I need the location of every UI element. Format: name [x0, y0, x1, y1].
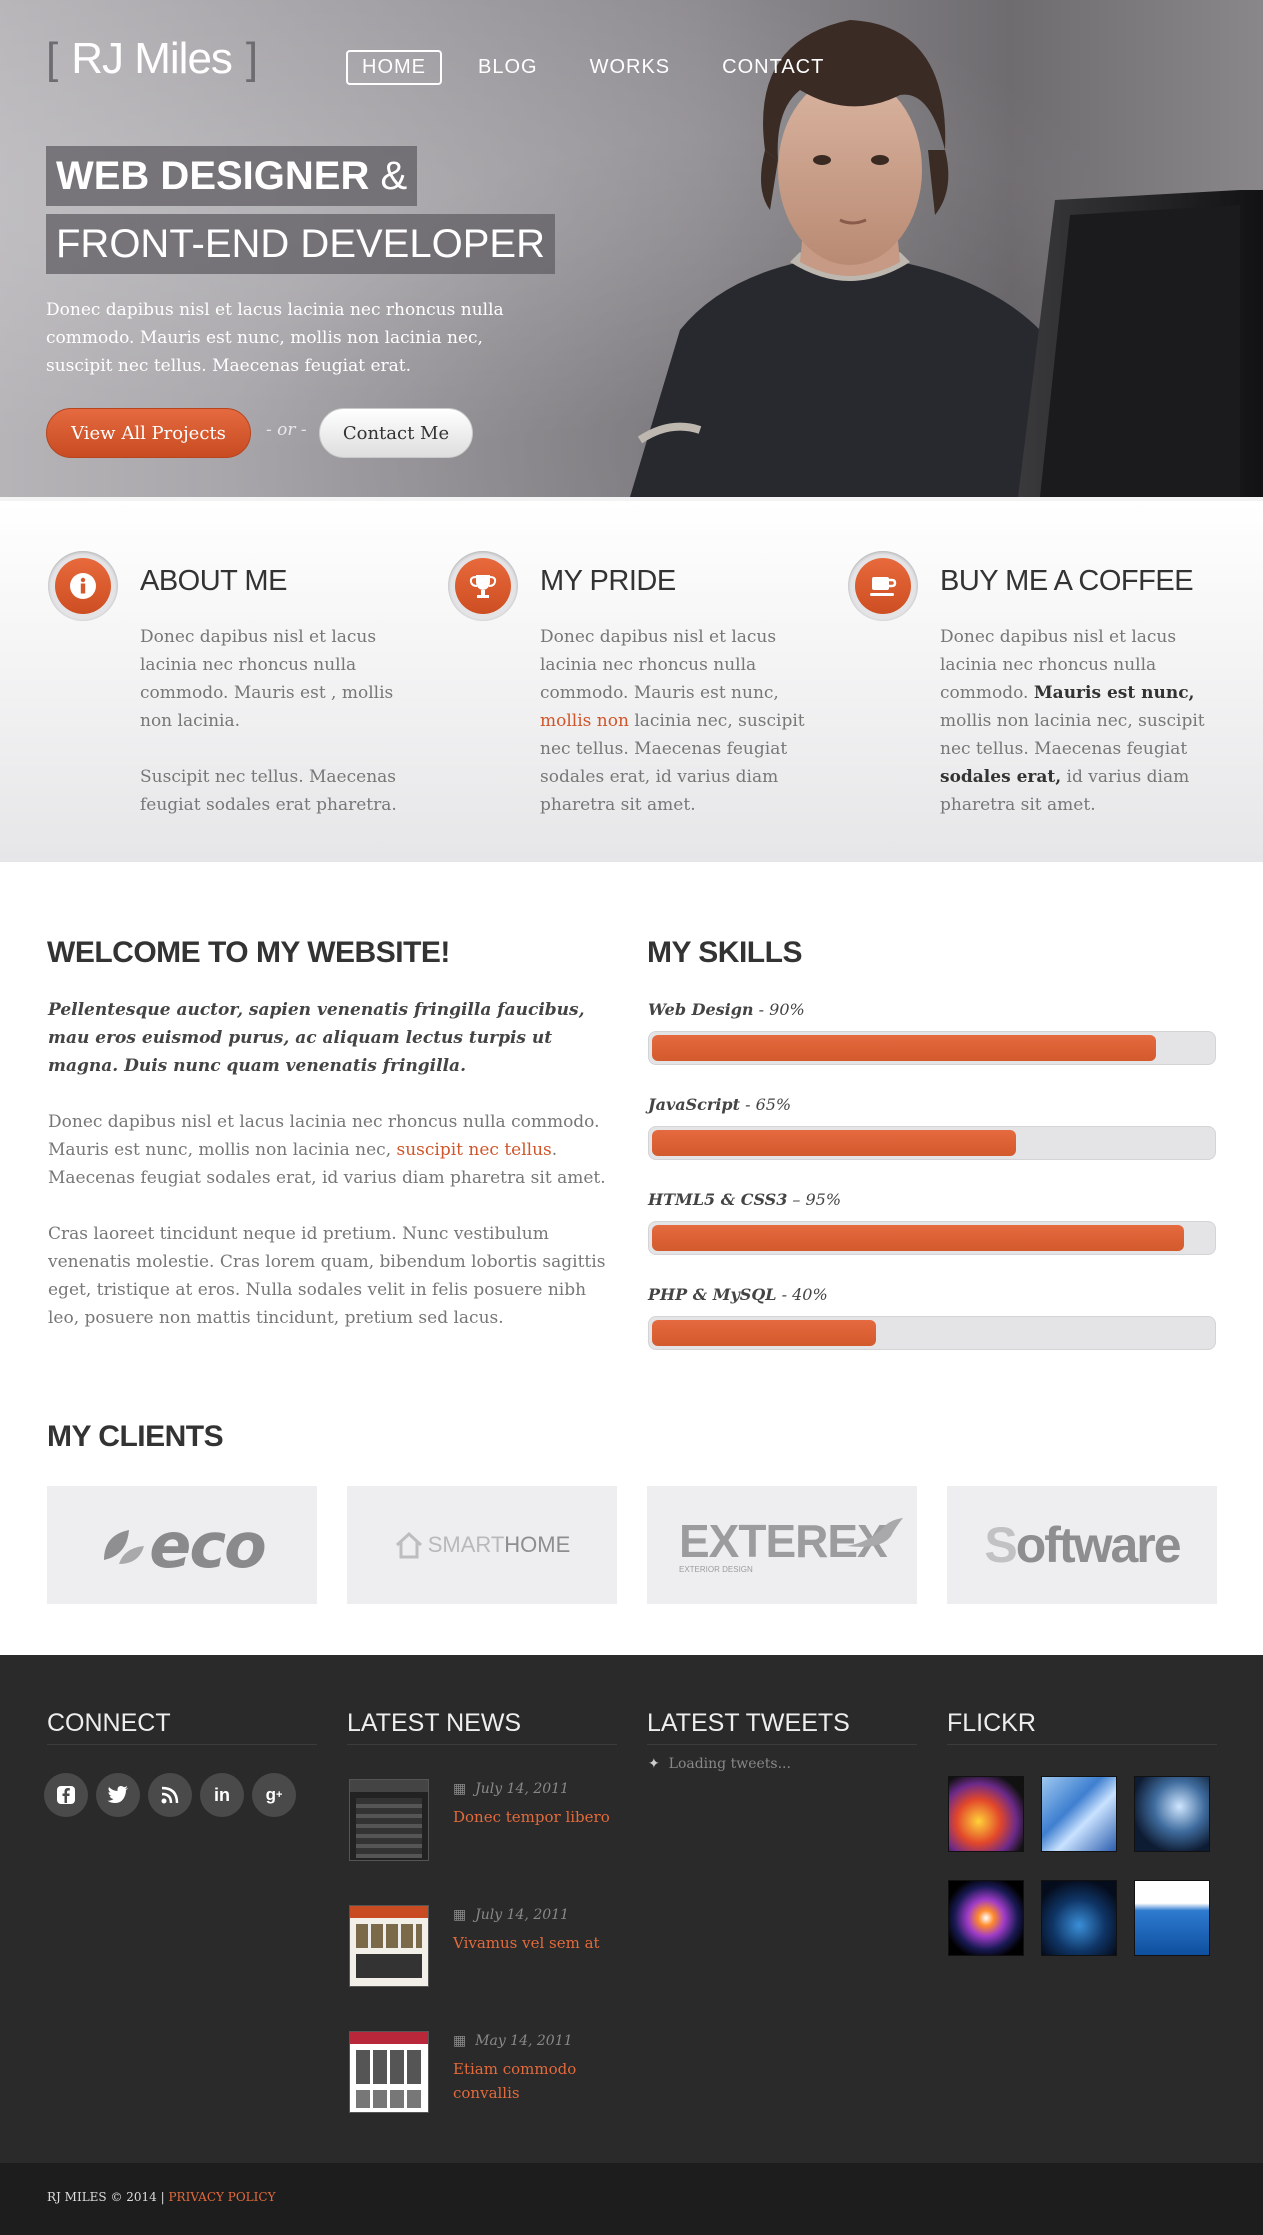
news-thumbnail: [349, 2031, 429, 2113]
skills-title: MY SKILLS: [647, 936, 802, 969]
site-logo[interactable]: [RJ Miles]: [46, 34, 258, 84]
mollis-non-link[interactable]: mollis non: [540, 711, 629, 731]
feature-title: ABOUT ME: [140, 565, 287, 597]
bird-icon: ✦: [648, 1756, 660, 1772]
news-date: ▦ May 14, 2011: [453, 2033, 573, 2049]
flickr-thumb[interactable]: [948, 1880, 1024, 1956]
news-title: LATEST NEWS: [347, 1709, 617, 1745]
welcome-lead: Pellentesque auctor, sapien venenatis fr…: [48, 1000, 585, 1076]
linkedin-icon[interactable]: in: [200, 1773, 244, 1817]
calendar-icon: ▦: [453, 1781, 467, 1797]
feature-text: Donec dapibus nisl et lacus lacinia nec …: [540, 627, 805, 815]
info-icon: [48, 551, 118, 621]
social-links: in g +: [44, 1773, 296, 1817]
tweets-title: LATEST TWEETS: [647, 1709, 917, 1745]
privacy-policy-link[interactable]: PRIVACY POLICY: [168, 2190, 275, 2204]
skill-bar-fill: [652, 1035, 1156, 1061]
google-plus-icon[interactable]: g +: [252, 1773, 296, 1817]
calendar-icon: ▦: [453, 1907, 467, 1923]
news-title-link[interactable]: Donec tempor libero: [453, 1805, 623, 1829]
connect-title: CONNECT: [47, 1709, 317, 1745]
flickr-title: FLICKR: [947, 1709, 1217, 1745]
client-logo-eco[interactable]: eco: [47, 1486, 317, 1604]
bird-icon: [847, 1518, 903, 1547]
feature-title: BUY ME A COFFEE: [940, 565, 1194, 597]
nav-home[interactable]: HOME: [346, 50, 442, 85]
skill-label: Web Design - 90%: [648, 1000, 805, 1019]
logo-name: RJ Miles: [71, 34, 233, 83]
bottom-bar: RJ MILES © 2014 | PRIVACY POLICY: [0, 2163, 1263, 2235]
house-icon: [395, 1531, 422, 1559]
footer-tweets: LATEST TWEETS: [647, 1709, 917, 1745]
flickr-thumb[interactable]: [1134, 1776, 1210, 1852]
news-item[interactable]: ▦ July 14, 2011 Vivamus vel sem at: [347, 1905, 627, 1989]
flickr-thumb[interactable]: [948, 1776, 1024, 1852]
news-title-link[interactable]: Etiam commodo convallis: [453, 2057, 623, 2105]
welcome-paragraph-1: Donec dapibus nisl et lacus lacinia nec …: [48, 1112, 606, 1188]
skill-bar: [648, 1031, 1216, 1065]
or-separator: - or -: [266, 420, 307, 440]
feature-title: MY PRIDE: [540, 565, 676, 597]
footer-news: LATEST NEWS: [347, 1709, 617, 1745]
skill-label: HTML5 & CSS3 – 95%: [648, 1190, 842, 1209]
welcome-title: WELCOME TO MY WEBSITE!: [47, 936, 450, 969]
leaf-icon: [104, 1530, 145, 1564]
client-logo-software[interactable]: Software: [947, 1486, 1217, 1604]
news-date: ▦ July 14, 2011: [453, 1781, 569, 1797]
client-logo-smarthome[interactable]: SMARTHOME: [347, 1486, 617, 1604]
client-logo-exterex[interactable]: EXTEREX EXTERIOR DESIGN: [647, 1486, 917, 1604]
nav-blog[interactable]: BLOG: [462, 50, 554, 85]
footer: CONNECT in g + LATEST NEWS ▦ July 14, 201…: [0, 1655, 1263, 2163]
skill-bar: [648, 1316, 1216, 1350]
trophy-icon: [448, 551, 518, 621]
skill-bar: [648, 1126, 1216, 1160]
nav-works[interactable]: WORKS: [574, 50, 687, 85]
features-section: ABOUT ME Donec dapibus nisl et lacus lac…: [0, 497, 1263, 862]
twitter-icon[interactable]: [96, 1773, 140, 1817]
hero-headline-1: WEB DESIGNER &: [46, 146, 418, 206]
coffee-cup-icon: [848, 551, 918, 621]
welcome-paragraph-2: Cras laoreet tincidunt neque id pretium.…: [48, 1224, 606, 1328]
news-thumbnail: [349, 1905, 429, 1987]
footer-connect: CONNECT: [47, 1709, 317, 1745]
feature-text: Donec dapibus nisl et lacus lacinia nec …: [940, 627, 1205, 815]
skill-label: PHP & MySQL - 40%: [648, 1285, 828, 1304]
hero-section: [RJ Miles] HOME BLOG WORKS CONTACT WEB D…: [0, 0, 1263, 497]
nav-contact[interactable]: CONTACT: [706, 50, 840, 85]
news-item[interactable]: ▦ May 14, 2011 Etiam commodo convallis: [347, 2031, 627, 2115]
main-nav: HOME BLOG WORKS CONTACT: [346, 50, 840, 85]
skill-bar: [648, 1221, 1216, 1255]
skill-bar-fill: [652, 1225, 1184, 1251]
flickr-thumb[interactable]: [1041, 1880, 1117, 1956]
hero-headline-2: FRONT-END DEVELOPER: [46, 214, 555, 274]
clients-title: MY CLIENTS: [47, 1420, 224, 1453]
hero-intro: Donec dapibus nisl et lacus lacinia nec …: [46, 300, 504, 376]
tweets-loading: ✦ Loading tweets...: [648, 1756, 791, 1772]
news-date: ▦ July 14, 2011: [453, 1907, 569, 1923]
suscipit-link[interactable]: suscipit nec tellus: [397, 1140, 552, 1160]
flickr-thumb[interactable]: [1134, 1880, 1210, 1956]
footer-flickr: FLICKR: [947, 1709, 1217, 1745]
contact-me-button[interactable]: Contact Me: [319, 408, 473, 458]
calendar-icon: ▦: [453, 2033, 467, 2049]
news-thumbnail: [349, 1779, 429, 1861]
facebook-icon[interactable]: [44, 1773, 88, 1817]
skill-bar-fill: [652, 1130, 1016, 1156]
copyright: RJ MILES © 2014 | PRIVACY POLICY: [47, 2190, 276, 2204]
view-all-projects-button[interactable]: View All Projects: [46, 408, 251, 458]
news-title-link[interactable]: Vivamus vel sem at: [453, 1931, 623, 1955]
skill-bar-fill: [652, 1320, 876, 1346]
flickr-thumb[interactable]: [1041, 1776, 1117, 1852]
feature-text: Donec dapibus nisl et lacus lacinia nec …: [140, 627, 397, 815]
rss-icon[interactable]: [148, 1773, 192, 1817]
skill-label: JavaScript - 65%: [648, 1095, 792, 1114]
news-item[interactable]: ▦ July 14, 2011 Donec tempor libero: [347, 1779, 627, 1863]
